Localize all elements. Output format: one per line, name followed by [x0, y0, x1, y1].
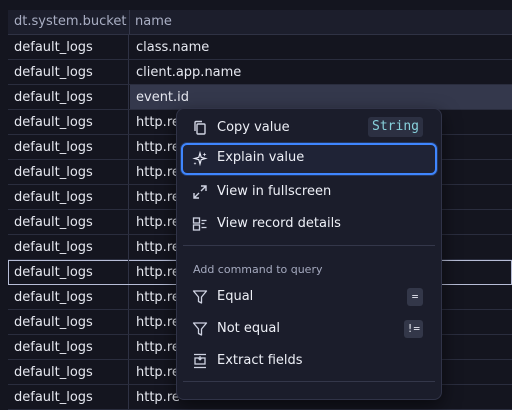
column-header-name[interactable]: name	[135, 14, 172, 29]
bucket-cell[interactable]: default_logs	[8, 160, 129, 184]
bucket-cell[interactable]: default_logs	[8, 85, 129, 109]
bucket-cell[interactable]: default_logs	[8, 135, 129, 159]
filter-icon	[192, 322, 208, 336]
name-cell[interactable]: client.app.name	[130, 60, 512, 84]
equal-label: Equal	[217, 289, 254, 304]
view-record-details-label: View record details	[217, 216, 341, 231]
bucket-cell[interactable]: default_logs	[8, 385, 129, 409]
sparkle-icon	[192, 150, 208, 167]
table-row[interactable]: default_logs class.name	[8, 35, 512, 60]
expand-icon	[193, 185, 207, 199]
equal-shortcut: =	[407, 288, 423, 306]
copy-icon	[194, 120, 206, 135]
not-equal-shortcut: !=	[403, 320, 423, 338]
column-divider	[129, 10, 130, 34]
bucket-cell[interactable]: default_logs	[8, 360, 129, 384]
name-cell[interactable]: class.name	[130, 35, 512, 59]
copy-value-label: Copy value	[217, 120, 290, 135]
record-details-icon	[192, 217, 207, 231]
view-fullscreen-menu-item[interactable]: View in fullscreen	[181, 177, 437, 207]
not-equal-label: Not equal	[217, 321, 280, 336]
explain-value-label: Explain value	[217, 150, 305, 165]
extract-fields-label: Extract fields	[217, 353, 303, 368]
table-header: dt.system.bucket name	[8, 10, 512, 35]
table-row[interactable]: default_logs event.id	[8, 85, 512, 110]
bucket-cell[interactable]: default_logs	[8, 60, 129, 84]
bucket-cell[interactable]: default_logs	[8, 335, 129, 359]
bucket-cell[interactable]: default_logs	[8, 35, 129, 59]
bucket-cell[interactable]: default_logs	[8, 285, 129, 309]
bucket-cell[interactable]: default_logs	[8, 235, 129, 259]
extract-fields-menu-item[interactable]: Extract fields	[181, 346, 437, 376]
type-badge: String	[368, 117, 423, 137]
bucket-cell[interactable]: default_logs	[8, 310, 129, 334]
equal-menu-item[interactable]: Equal =	[181, 282, 437, 312]
cell-context-menu: Copy value String Explain value View in …	[176, 108, 442, 400]
explain-value-menu-item[interactable]: Explain value	[181, 143, 437, 175]
name-cell[interactable]: event.id	[130, 85, 512, 109]
view-fullscreen-label: View in fullscreen	[217, 184, 332, 199]
column-header-bucket[interactable]: dt.system.bucket	[14, 14, 126, 29]
menu-divider-bottom	[183, 381, 435, 382]
bucket-cell[interactable]: default_logs	[8, 110, 129, 134]
table-row[interactable]: default_logs client.app.name	[8, 60, 512, 85]
add-command-section-label: Add command to query	[193, 263, 323, 276]
bucket-cell[interactable]: default_logs	[8, 260, 129, 284]
not-equal-menu-item[interactable]: Not equal !=	[181, 314, 437, 344]
extract-fields-icon	[194, 353, 206, 369]
bucket-cell[interactable]: default_logs	[8, 210, 129, 234]
copy-value-menu-item[interactable]: Copy value String	[181, 113, 437, 143]
view-record-details-menu-item[interactable]: View record details	[181, 209, 437, 239]
menu-divider	[183, 245, 435, 246]
filter-icon	[192, 290, 208, 304]
bucket-cell[interactable]: default_logs	[8, 185, 129, 209]
